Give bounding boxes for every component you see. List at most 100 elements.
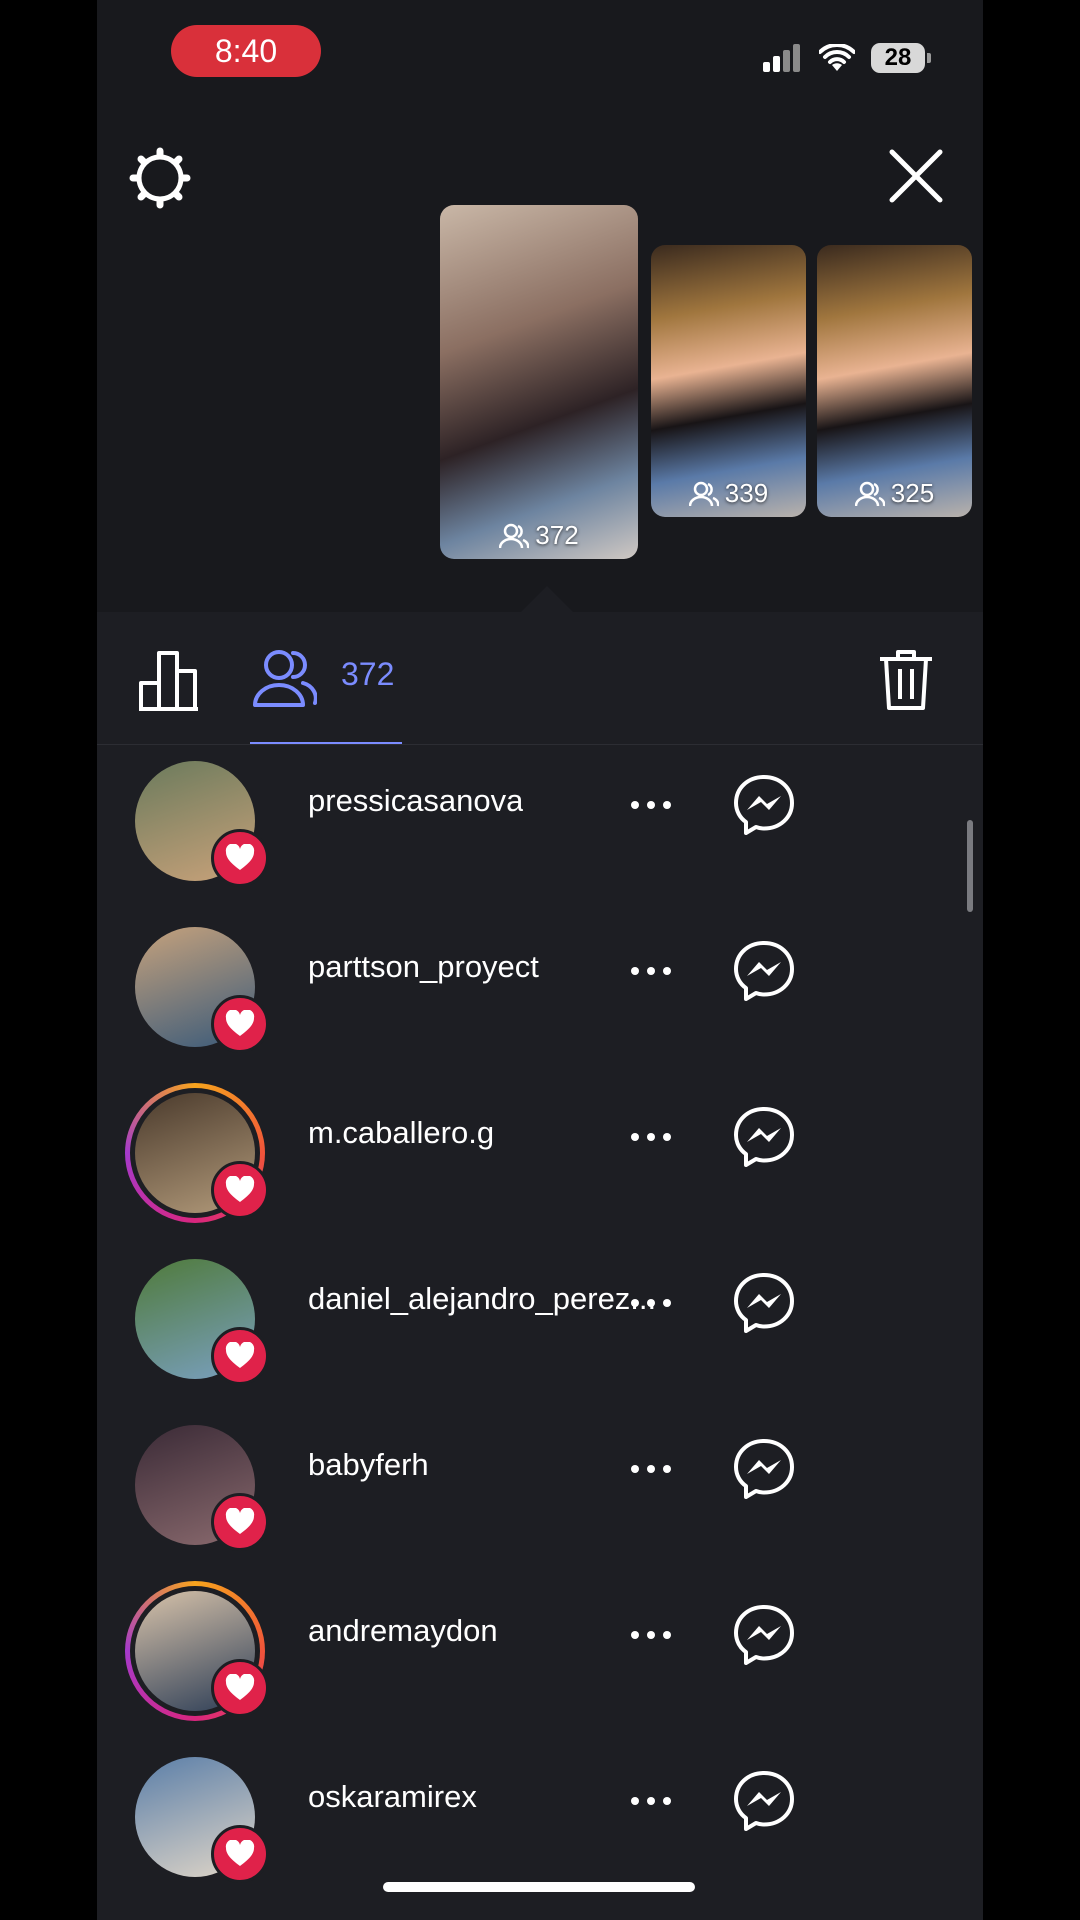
- liked-badge: [211, 995, 269, 1053]
- messenger-button[interactable]: [732, 1769, 796, 1838]
- dot: [631, 1299, 639, 1307]
- bar-chart-icon: [139, 651, 198, 711]
- story-viewer-number: 372: [535, 520, 579, 550]
- scrollbar[interactable]: [967, 820, 973, 912]
- viewer-username[interactable]: daniel_alejandro_perez...: [308, 1281, 656, 1317]
- viewers-icon: [688, 481, 719, 506]
- dot: [647, 1631, 655, 1639]
- liked-badge: [211, 1327, 269, 1385]
- viewers-icon: [253, 650, 317, 707]
- signal-icon: [763, 44, 800, 72]
- viewer-row[interactable]: parttson_proyect: [97, 911, 983, 1077]
- dot: [647, 1465, 655, 1473]
- heart-icon: [225, 1010, 255, 1036]
- tab-insights[interactable]: [137, 648, 201, 712]
- gear-icon: [129, 147, 191, 209]
- more-options-button[interactable]: [621, 1620, 681, 1650]
- viewer-row[interactable]: pressicasanova: [97, 745, 983, 911]
- viewers-icon: [854, 481, 885, 506]
- liked-badge: [211, 1161, 269, 1219]
- liked-badge: [211, 1825, 269, 1883]
- story-viewer-count: 372: [440, 520, 638, 551]
- dot: [631, 1631, 639, 1639]
- heart-icon: [225, 1840, 255, 1866]
- dot: [647, 967, 655, 975]
- messenger-icon: [734, 1439, 794, 1499]
- messenger-button[interactable]: [732, 1271, 796, 1340]
- more-options-button[interactable]: [621, 1288, 681, 1318]
- avatar-container[interactable]: [125, 1083, 269, 1223]
- close-icon: [889, 149, 943, 203]
- viewer-row[interactable]: andremaydon: [97, 1575, 983, 1741]
- messenger-icon: [734, 1107, 794, 1167]
- dot: [647, 1133, 655, 1141]
- dot: [631, 967, 639, 975]
- dot: [631, 1133, 639, 1141]
- more-options-button[interactable]: [621, 790, 681, 820]
- avatar-container[interactable]: [133, 1423, 269, 1551]
- liked-badge: [211, 1493, 269, 1551]
- trash-icon: [880, 650, 932, 710]
- messenger-icon: [734, 1273, 794, 1333]
- home-indicator: [383, 1882, 695, 1892]
- more-options-button[interactable]: [621, 1454, 681, 1484]
- avatar-container[interactable]: [133, 1257, 269, 1385]
- story-viewer-count: 339: [651, 478, 806, 509]
- delete-button[interactable]: [875, 648, 937, 712]
- avatar-container[interactable]: [133, 759, 269, 887]
- messenger-button[interactable]: [732, 773, 796, 842]
- viewer-username[interactable]: oskaramirex: [308, 1779, 477, 1815]
- status-icons: 28: [763, 40, 931, 76]
- heart-icon: [225, 1176, 255, 1202]
- story-thumbnail[interactable]: 339: [651, 245, 806, 517]
- close-button[interactable]: [885, 145, 947, 207]
- settings-button[interactable]: [127, 145, 193, 211]
- avatar-container[interactable]: [125, 1581, 269, 1721]
- viewer-username[interactable]: m.caballero.g: [308, 1115, 494, 1151]
- story-thumbnail[interactable]: 325: [817, 245, 972, 517]
- viewers-list[interactable]: pressicasanova parttson_proyect m.caball…: [97, 745, 983, 1920]
- viewer-tabbar: 372: [97, 612, 983, 745]
- messenger-button[interactable]: [732, 1603, 796, 1672]
- messenger-icon: [734, 1771, 794, 1831]
- heart-icon: [225, 1342, 255, 1368]
- avatar-container[interactable]: [133, 1755, 269, 1883]
- heart-icon: [225, 1674, 255, 1700]
- viewer-username[interactable]: pressicasanova: [308, 783, 523, 819]
- dot: [631, 1797, 639, 1805]
- heart-icon: [225, 1508, 255, 1534]
- dot: [663, 1797, 671, 1805]
- viewer-username[interactable]: andremaydon: [308, 1613, 498, 1649]
- viewer-username[interactable]: parttson_proyect: [308, 949, 539, 985]
- messenger-icon: [734, 775, 794, 835]
- messenger-button[interactable]: [732, 939, 796, 1008]
- story-viewer-number: 325: [890, 478, 935, 508]
- phone-screen: 8:40 28 372 339 325 372 pressicasanova p…: [97, 0, 983, 1920]
- viewer-row[interactable]: daniel_alejandro_perez...: [97, 1243, 983, 1409]
- heart-icon: [225, 844, 255, 870]
- viewer-count-label: 372: [341, 656, 395, 692]
- liked-badge: [211, 1659, 269, 1717]
- dot: [663, 1631, 671, 1639]
- viewer-row[interactable]: m.caballero.g: [97, 1077, 983, 1243]
- dot: [663, 1133, 671, 1141]
- dot: [663, 1299, 671, 1307]
- more-options-button[interactable]: [621, 956, 681, 986]
- dot: [647, 801, 655, 809]
- active-tab-indicator: [250, 742, 402, 744]
- story-preview-area: 8:40 28 372 339 325: [97, 0, 983, 612]
- liked-badge: [211, 829, 269, 887]
- more-options-button[interactable]: [621, 1122, 681, 1152]
- messenger-icon: [734, 941, 794, 1001]
- dot: [647, 1299, 655, 1307]
- tab-viewers[interactable]: [252, 644, 318, 710]
- messenger-button[interactable]: [732, 1105, 796, 1174]
- dot: [631, 801, 639, 809]
- viewer-row[interactable]: babyferh: [97, 1409, 983, 1575]
- battery-indicator: 28: [871, 43, 931, 73]
- avatar-container[interactable]: [133, 925, 269, 1053]
- messenger-button[interactable]: [732, 1437, 796, 1506]
- viewer-username[interactable]: babyferh: [308, 1447, 429, 1483]
- story-thumbnail[interactable]: 372: [440, 205, 638, 559]
- more-options-button[interactable]: [621, 1786, 681, 1816]
